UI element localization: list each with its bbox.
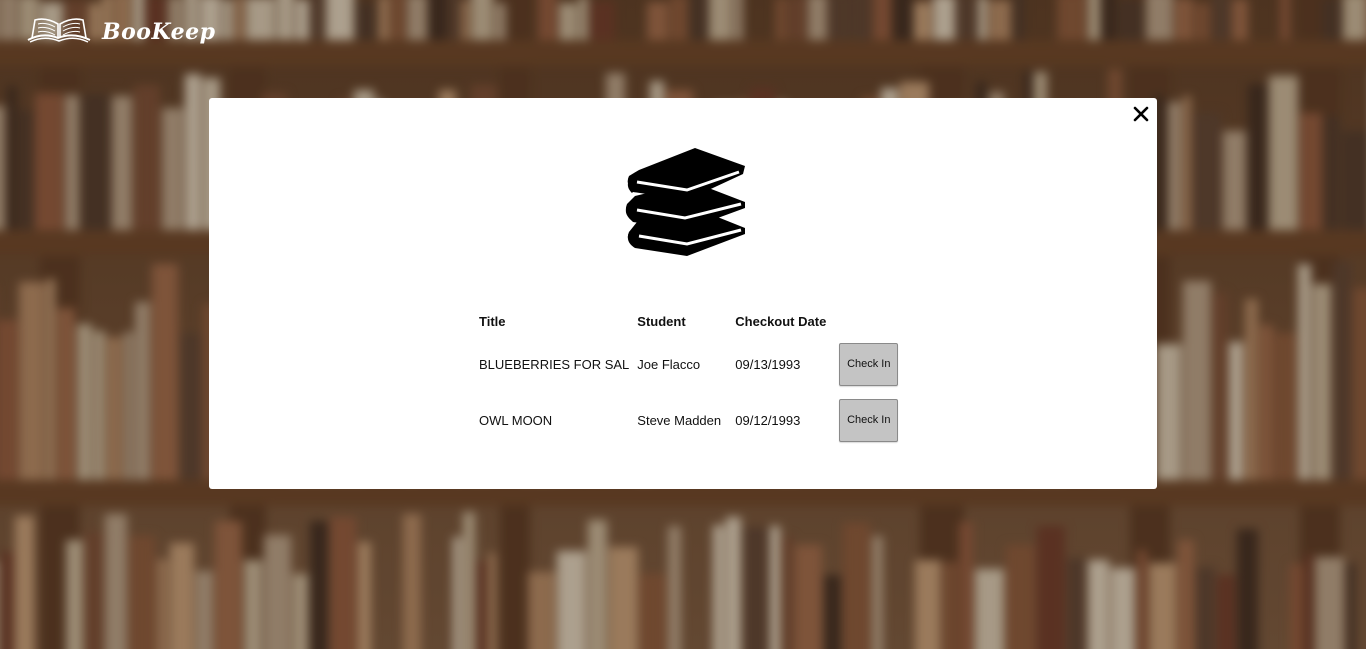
cell-checkout-date: 09/13/1993 [735,356,801,372]
books-stack-icon [619,144,747,262]
cell-action: Check In [835,392,907,448]
cell-action: Check In [835,336,907,392]
cell-title: BLUEBERRIES FOR SAL [479,356,630,372]
close-button[interactable] [1129,102,1153,126]
table-row: BLUEBERRIES FOR SAL Joe Flacco 09/13/199… [475,336,907,392]
check-in-button[interactable]: Check In [839,342,899,386]
table-row: OWL MOON Steve Madden 09/12/1993 Check I… [475,392,907,448]
check-in-button[interactable]: Check In [839,398,899,442]
column-header-checkout-date: Checkout Date [735,313,827,329]
cell-title: OWL MOON [479,412,553,428]
column-header-action [835,306,907,336]
cell-student: Joe Flacco [637,356,701,372]
open-book-icon [27,18,91,43]
checkouts-modal: Title Student Checkout Date BLUEBERRIES … [209,98,1157,489]
column-header-student: Student [637,313,686,329]
close-icon [1133,106,1149,122]
cell-checkout-date: 09/12/1993 [735,412,801,428]
brand-logo[interactable]: BooKeep [26,16,215,48]
column-header-title: Title [479,313,506,329]
checkouts-table: Title Student Checkout Date BLUEBERRIES … [475,306,907,448]
cell-student: Steve Madden [637,412,722,428]
table-header-row: Title Student Checkout Date [475,306,907,336]
brand-name: BooKeep [102,19,216,45]
